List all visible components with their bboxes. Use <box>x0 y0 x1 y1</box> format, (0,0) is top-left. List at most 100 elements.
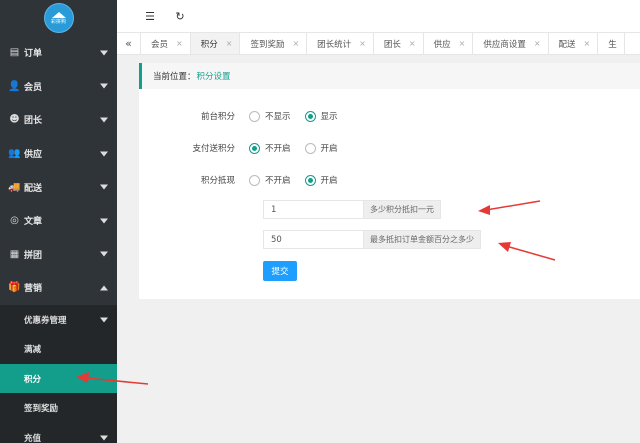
max-percent-input[interactable] <box>263 230 364 249</box>
max-percent-group: 最多抵扣订单金额百分之多少 <box>263 230 481 249</box>
refresh-icon[interactable]: ↻ <box>171 7 189 25</box>
tab-4[interactable]: 团长 × <box>374 33 424 54</box>
points-per-yuan-group: 多少积分抵扣一元 <box>263 200 441 219</box>
radio-option[interactable]: 不开启 <box>249 142 291 154</box>
sidebar-item-3[interactable]: 👥 供应 <box>0 137 117 171</box>
points-per-yuan-input[interactable] <box>263 200 364 219</box>
tab-1[interactable]: 积分 × <box>190 33 241 54</box>
caret-down-icon <box>100 83 108 89</box>
caret-down-icon <box>100 50 108 56</box>
close-icon[interactable]: × <box>359 39 366 48</box>
logo-text: 彩拼购 <box>50 18 66 25</box>
close-icon[interactable]: × <box>226 39 233 48</box>
indent-icon[interactable]: ☰ <box>141 7 159 25</box>
radio-unchecked-icon[interactable] <box>249 174 260 186</box>
max-percent-addon: 最多抵扣订单金额百分之多少 <box>364 230 481 249</box>
sidebar-item-0[interactable]: ▤ 订单 <box>0 36 117 70</box>
tab-2[interactable]: 签到奖励 × <box>240 33 308 54</box>
sidebar-item-label: 营销 <box>24 284 43 295</box>
close-icon[interactable]: × <box>409 39 416 48</box>
logo[interactable]: 彩拼购 <box>43 3 74 33</box>
gift-icon: 🎁 <box>8 282 21 294</box>
tab-8[interactable]: 生 <box>598 33 625 54</box>
form-row-2: 积分抵现 不开启 开启 <box>139 170 352 190</box>
caret-down-icon <box>100 251 108 257</box>
sidebar-item-7[interactable]: 🎁 营销 <box>0 271 117 305</box>
sidebar-item-1[interactable]: 👤 会员 <box>0 70 117 104</box>
document-icon: ▤ <box>9 47 20 59</box>
main-panel: 当前位置： 积分设置 前台积分 不显示 显示 支付送积分 不开启 开启 积分抵现 不开启 开启 … <box>139 63 640 299</box>
tab-label: 会员 <box>151 39 169 50</box>
tab-bar: « 会员 × 积分 × 签到奖励 × 团长统计 × 团长 × 供应 × 供应商设置 × 配送 × 生 <box>117 33 640 55</box>
submenu-item-3[interactable]: 签到奖励 <box>0 393 117 423</box>
user-icon: 👤 <box>8 80 21 92</box>
submenu-item-label: 积分 <box>24 374 42 385</box>
tab-label: 生 <box>608 39 617 50</box>
radio-checked-icon[interactable] <box>304 174 316 186</box>
submenu-item-0[interactable]: 优惠券管理 <box>0 305 117 335</box>
radio-label: 开启 <box>320 176 338 186</box>
form-label: 积分抵现 <box>200 176 235 186</box>
sidebar-item-label: 供应 <box>24 150 43 161</box>
close-icon[interactable]: × <box>534 39 541 48</box>
caret-down-icon <box>100 435 108 440</box>
logo-area: 彩拼购 <box>0 0 117 36</box>
house-icon <box>51 11 66 18</box>
form-row-0: 前台积分 不显示 显示 <box>139 106 352 126</box>
submenu-item-2[interactable]: 积分 <box>0 363 117 394</box>
sidebar-item-2[interactable]: ☻ 团长 <box>0 103 117 137</box>
tab-7[interactable]: 配送 × <box>549 33 599 54</box>
points-per-yuan-addon: 多少积分抵扣一元 <box>364 200 441 219</box>
submenu-item-label: 签到奖励 <box>24 404 59 414</box>
sidebar-item-label: 会员 <box>24 82 43 93</box>
tab-label: 配送 <box>558 39 576 50</box>
radio-unchecked-icon[interactable] <box>304 142 316 154</box>
submenu-item-4[interactable]: 充值 <box>0 423 117 443</box>
close-icon[interactable]: × <box>584 39 591 48</box>
radio-checked-icon[interactable] <box>304 110 316 122</box>
radio-option[interactable]: 显示 <box>304 110 338 122</box>
double-chevron-left-icon[interactable]: « <box>117 33 141 54</box>
tab-0[interactable]: 会员 × <box>141 33 191 54</box>
tab-3[interactable]: 团长统计 × <box>307 33 374 54</box>
sidebar-item-5[interactable]: ◎ 文章 <box>0 204 117 238</box>
radio-label: 开启 <box>320 144 338 154</box>
submenu-item-label: 充值 <box>24 433 42 443</box>
caret-up-icon <box>100 285 108 291</box>
tab-label: 团长 <box>383 39 401 50</box>
form-label: 前台积分 <box>200 112 235 122</box>
radio-label: 不显示 <box>265 112 291 122</box>
sidebar-item-label: 拼团 <box>24 250 43 261</box>
caret-down-icon <box>100 151 108 157</box>
users-icon: 👥 <box>8 148 21 160</box>
tab-label: 积分 <box>200 39 218 50</box>
radio-option[interactable]: 不开启 <box>249 174 291 186</box>
radio-option[interactable]: 开启 <box>304 142 338 154</box>
submit-button[interactable]: 提交 <box>263 261 297 281</box>
radio-unchecked-icon[interactable] <box>249 110 260 122</box>
radio-option[interactable]: 开启 <box>304 174 338 186</box>
radio-option[interactable]: 不显示 <box>249 110 291 122</box>
tab-6[interactable]: 供应商设置 × <box>473 33 549 54</box>
face-icon: ☻ <box>9 114 20 126</box>
radio-checked-icon[interactable] <box>249 142 260 154</box>
close-icon[interactable]: × <box>176 39 183 48</box>
tab-label: 签到奖励 <box>250 39 285 50</box>
marketing-submenu: 优惠券管理满减积分签到奖励充值 <box>0 304 117 443</box>
tab-5[interactable]: 供应 × <box>424 33 474 54</box>
caret-down-icon <box>100 218 108 224</box>
submenu-item-label: 优惠券管理 <box>24 315 67 326</box>
compass-icon: ◎ <box>10 215 19 227</box>
sidebar-item-4[interactable]: 🚚 配送 <box>0 170 117 204</box>
sidebar-item-label: 订单 <box>24 49 43 60</box>
tab-label: 供应 <box>433 39 451 50</box>
topbar: ☰ ↻ <box>117 0 640 33</box>
submenu-item-1[interactable]: 满减 <box>0 334 117 364</box>
close-icon[interactable]: × <box>459 39 466 48</box>
close-icon[interactable]: × <box>292 39 299 48</box>
form-label: 支付送积分 <box>192 144 235 154</box>
sidebar-item-6[interactable]: ▦ 拼团 <box>0 238 117 272</box>
tab-label: 供应商设置 <box>483 39 526 50</box>
sidebar-menu: ▤ 订单 👤 会员 ☻ 团长 👥 供应 🚚 配送 ◎ 文章 ▦ 拼团 🎁 营销 <box>0 36 117 305</box>
breadcrumb-current[interactable]: 积分设置 <box>197 70 231 82</box>
